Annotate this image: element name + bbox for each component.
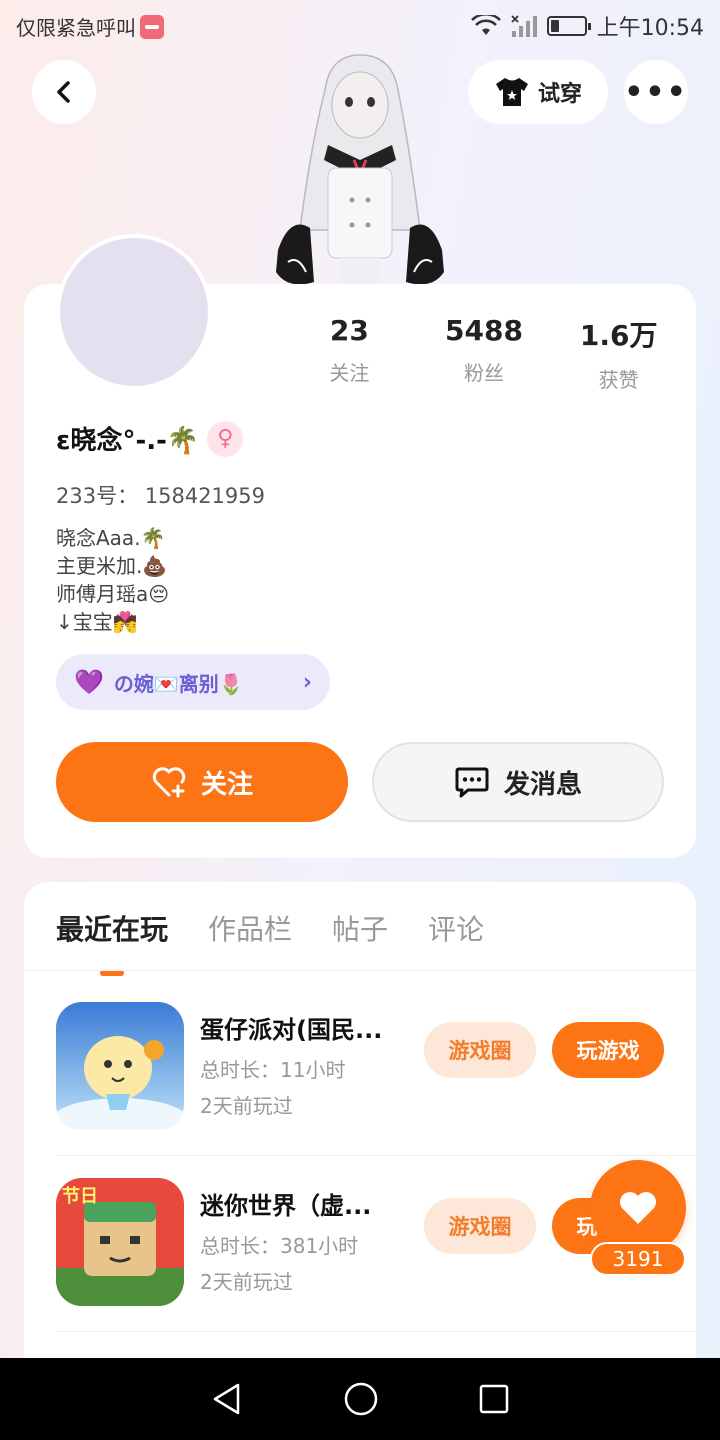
system-nav-bar bbox=[0, 1358, 720, 1440]
recents-square-icon[interactable] bbox=[478, 1383, 510, 1415]
status-bar: 仅限紧急呼叫 上午10:54 bbox=[0, 0, 720, 50]
try-on-button[interactable]: 试穿 bbox=[468, 60, 608, 124]
chevron-left-icon bbox=[57, 81, 70, 103]
chevron-right-icon: › bbox=[302, 669, 312, 695]
stat-likes-label: 获赞 bbox=[598, 368, 639, 392]
user-id: 233号： 158421959 bbox=[56, 484, 266, 508]
game-duration: 总时长：11小时 bbox=[200, 1058, 346, 1082]
follow-label: 关注 bbox=[200, 769, 253, 800]
game-row[interactable]: 蛋仔派对(国民... 总时长：11小时 2天前玩过 游戏圈 玩游戏 bbox=[56, 980, 696, 1156]
emergency-only-text: 仅限紧急呼叫 bbox=[16, 16, 136, 40]
tab-works[interactable]: 作品栏 bbox=[208, 908, 292, 948]
send-message-label: 发消息 bbox=[503, 769, 582, 800]
avatar[interactable] bbox=[56, 234, 212, 390]
signal-icon bbox=[510, 15, 537, 37]
game-circle-button[interactable]: 游戏圈 bbox=[424, 1022, 536, 1078]
tabs-divider bbox=[24, 970, 696, 971]
follow-button[interactable]: 关注 bbox=[56, 742, 348, 822]
status-right: 上午10:54 bbox=[470, 10, 704, 42]
bio-line: 主更米加.💩 bbox=[56, 554, 168, 578]
eggy-party-game-icon[interactable] bbox=[56, 1002, 184, 1130]
bio-line: 师傅月瑶a😔 bbox=[56, 582, 170, 606]
game-title: 迷你世界（虚... bbox=[200, 1192, 372, 1220]
bio-line: ↓宝宝💏 bbox=[56, 610, 138, 634]
stat-following-value: 23 bbox=[329, 314, 369, 347]
username: ε晓念°-.-🌴 bbox=[56, 426, 200, 456]
double-heart-icon: 💜 bbox=[74, 668, 104, 696]
tab-bar: 最近在玩 作品栏 帖子 评论 bbox=[56, 908, 484, 976]
tab-recently-played[interactable]: 最近在玩 bbox=[56, 908, 168, 976]
stat-likes[interactable]: 1.6万 获赞 bbox=[551, 314, 686, 393]
bio: 晓念Aaa.🌴 主更米加.💩 师傅月瑶a😔 ↓宝宝💏 bbox=[56, 524, 169, 636]
back-triangle-icon[interactable] bbox=[210, 1382, 244, 1416]
more-dots-icon: ••• bbox=[624, 74, 688, 110]
mini-world-game-icon[interactable]: 节日 bbox=[56, 1178, 184, 1306]
game-last-played: 2天前玩过 bbox=[200, 1094, 293, 1118]
status-left: 仅限紧急呼叫 bbox=[16, 12, 164, 41]
username-row: ε晓念°-.-🌴 ♀ bbox=[56, 420, 244, 457]
cp-tag-label: の婉💌离别🌷 bbox=[113, 671, 244, 696]
stat-fans-value: 5488 bbox=[445, 314, 523, 347]
content-card: 最近在玩 作品栏 帖子 评论 蛋仔派对(国民... 总时长：11小时 2天前玩过… bbox=[24, 882, 696, 1440]
battery-icon bbox=[546, 16, 591, 36]
stat-fans[interactable]: 5488 粉丝 bbox=[417, 314, 552, 393]
like-count: 3191 bbox=[590, 1242, 686, 1276]
home-circle-icon[interactable] bbox=[343, 1381, 379, 1417]
female-icon: ♀ bbox=[207, 420, 244, 457]
clock: 上午10:54 bbox=[596, 16, 704, 41]
cp-relationship-tag[interactable]: 💜 の婉💌离别🌷 › bbox=[56, 654, 330, 710]
wifi-icon bbox=[470, 15, 501, 35]
stat-following-label: 关注 bbox=[329, 361, 370, 385]
game-title: 蛋仔派对(国民... bbox=[200, 1016, 383, 1044]
tab-comments[interactable]: 评论 bbox=[428, 908, 484, 948]
tab-posts[interactable]: 帖子 bbox=[332, 908, 388, 948]
stat-likes-value: 1.6万 bbox=[579, 319, 658, 352]
play-game-button[interactable]: 玩游戏 bbox=[552, 1022, 664, 1078]
avatar-character-illustration bbox=[270, 50, 450, 290]
stats-row: 23 关注 5488 粉丝 1.6万 获赞 bbox=[282, 314, 686, 393]
sos-icon bbox=[140, 14, 164, 39]
svg-text:节日: 节日 bbox=[62, 1186, 98, 1207]
try-on-label: 试穿 bbox=[537, 82, 582, 107]
game-duration: 总时长：381小时 bbox=[200, 1234, 359, 1258]
bio-line: 晓念Aaa.🌴 bbox=[56, 526, 166, 550]
back-button[interactable] bbox=[32, 60, 96, 124]
chat-bubble-icon bbox=[455, 767, 489, 798]
send-message-button[interactable]: 发消息 bbox=[372, 742, 664, 822]
tshirt-icon bbox=[495, 78, 528, 106]
heart-plus-icon bbox=[152, 767, 186, 798]
stat-fans-label: 粉丝 bbox=[464, 361, 504, 385]
stat-following[interactable]: 23 关注 bbox=[282, 314, 417, 393]
more-options-button[interactable]: ••• bbox=[624, 60, 688, 124]
game-circle-button[interactable]: 游戏圈 bbox=[424, 1198, 536, 1254]
heart-icon bbox=[620, 1192, 656, 1224]
game-last-played: 2天前玩过 bbox=[200, 1270, 293, 1294]
